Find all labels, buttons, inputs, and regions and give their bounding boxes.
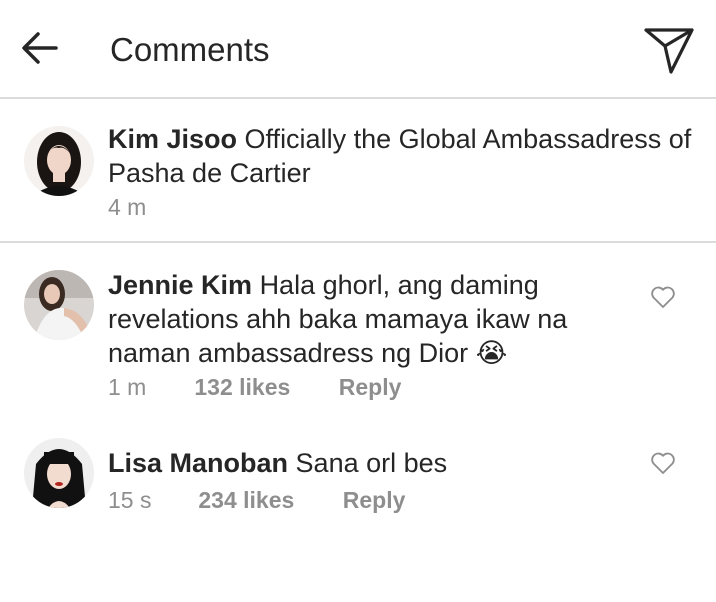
comment-body: Sana orl bes (295, 448, 448, 478)
comment-time: 1 m (108, 374, 147, 400)
top-bar: Comments (0, 0, 716, 99)
avatar[interactable] (24, 126, 94, 196)
paper-plane-icon (644, 28, 694, 74)
likes-count[interactable]: 132 likes (194, 372, 332, 402)
heart-icon (651, 452, 675, 474)
like-button[interactable] (650, 285, 676, 309)
caption-text: Kim Jisoo Officially the Global Ambassad… (108, 122, 708, 190)
comment-username[interactable]: Lisa Manoban (108, 448, 288, 478)
share-button[interactable] (643, 26, 695, 76)
comment-text: Lisa Manoban Sana orl bes (108, 446, 628, 480)
caption-username[interactable]: Kim Jisoo (108, 124, 237, 154)
reply-button[interactable]: Reply (343, 485, 406, 515)
page-title: Comments (110, 31, 270, 68)
comment-meta: 15 s 234 likes Reply (108, 485, 405, 515)
comment-username[interactable]: Jennie Kim (108, 270, 252, 300)
like-button[interactable] (650, 451, 676, 475)
back-button[interactable] (20, 28, 60, 68)
avatar[interactable] (24, 438, 94, 508)
arrow-left-icon (22, 32, 58, 64)
heart-icon (651, 286, 675, 308)
comment-time: 15 s (108, 487, 152, 513)
reply-button[interactable]: Reply (339, 372, 402, 402)
caption-meta: 4 m (108, 192, 146, 222)
caption-time: 4 m (108, 194, 147, 220)
crying-face-emoji: 😭 (475, 338, 508, 368)
avatar[interactable] (24, 270, 94, 340)
comment-text: Jennie Kim Hala ghorl, ang daming revela… (108, 268, 628, 370)
comment-meta: 1 m 132 likes Reply (108, 372, 401, 402)
likes-count[interactable]: 234 likes (198, 485, 336, 515)
post-caption: Kim Jisoo Officially the Global Ambassad… (0, 100, 716, 243)
